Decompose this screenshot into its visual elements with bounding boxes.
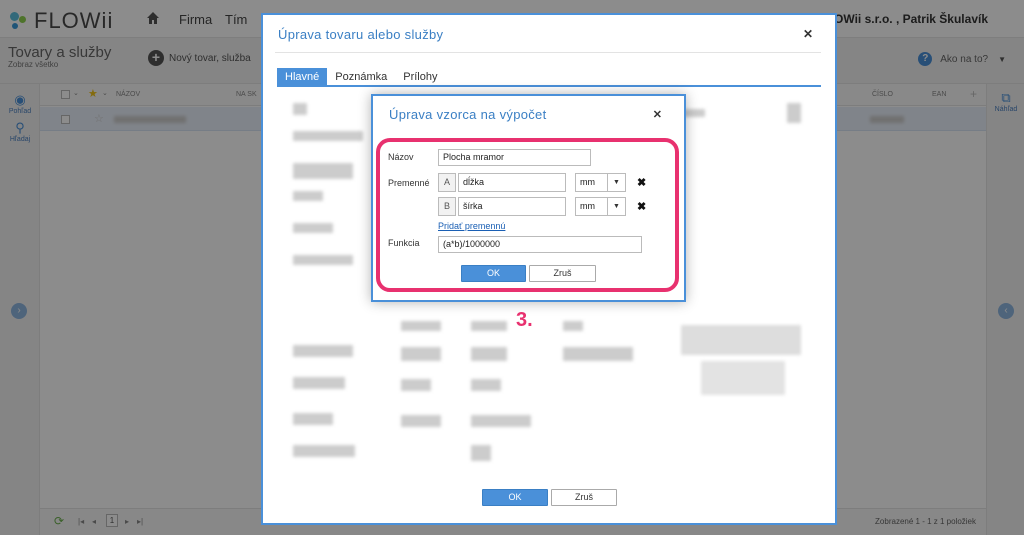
formula-ok-button[interactable]: OK <box>461 265 526 282</box>
tab-poznamka[interactable]: Poznámka <box>327 68 395 87</box>
variable-name-input[interactable]: dĺžka <box>458 173 566 192</box>
dialog-title: Úprava tovaru alebo služby <box>278 27 444 42</box>
function-input[interactable]: (a*b)/1000000 <box>438 236 642 253</box>
formula-name-input[interactable]: Plocha mramor <box>438 149 591 166</box>
formula-cancel-button[interactable]: Zruš <box>529 265 596 282</box>
formula-dialog-title: Úprava vzorca na výpočet <box>389 107 547 122</box>
divider <box>275 52 821 53</box>
step-annotation: 3. <box>516 309 533 331</box>
remove-variable-icon[interactable]: ✖ <box>637 200 646 213</box>
variable-letter: A <box>438 173 456 192</box>
unit-select[interactable]: mm ▼ <box>575 173 626 192</box>
function-label: Funkcia <box>388 238 420 248</box>
ok-button[interactable]: OK <box>482 489 548 506</box>
caret-down-icon: ▼ <box>607 174 625 191</box>
variable-letter: B <box>438 197 456 216</box>
tab-prilohy[interactable]: Prílohy <box>395 68 445 87</box>
close-icon[interactable]: ✕ <box>803 27 813 41</box>
caret-down-icon: ▼ <box>607 198 625 215</box>
variables-label: Premenné <box>388 178 430 188</box>
variable-name-input[interactable]: šírka <box>458 197 566 216</box>
cancel-button[interactable]: Zruš <box>551 489 617 506</box>
tab-hlavne[interactable]: Hlavné <box>277 68 328 87</box>
add-variable-link[interactable]: Pridať premennú <box>438 221 505 231</box>
unit-value: mm <box>580 201 595 211</box>
unit-value: mm <box>580 177 595 187</box>
dialog-tabs: Hlavné Poznámka Prílohy <box>277 68 821 87</box>
name-label: Názov <box>388 152 414 162</box>
close-icon[interactable]: ✕ <box>653 108 662 121</box>
unit-select[interactable]: mm ▼ <box>575 197 626 216</box>
remove-variable-icon[interactable]: ✖ <box>637 176 646 189</box>
